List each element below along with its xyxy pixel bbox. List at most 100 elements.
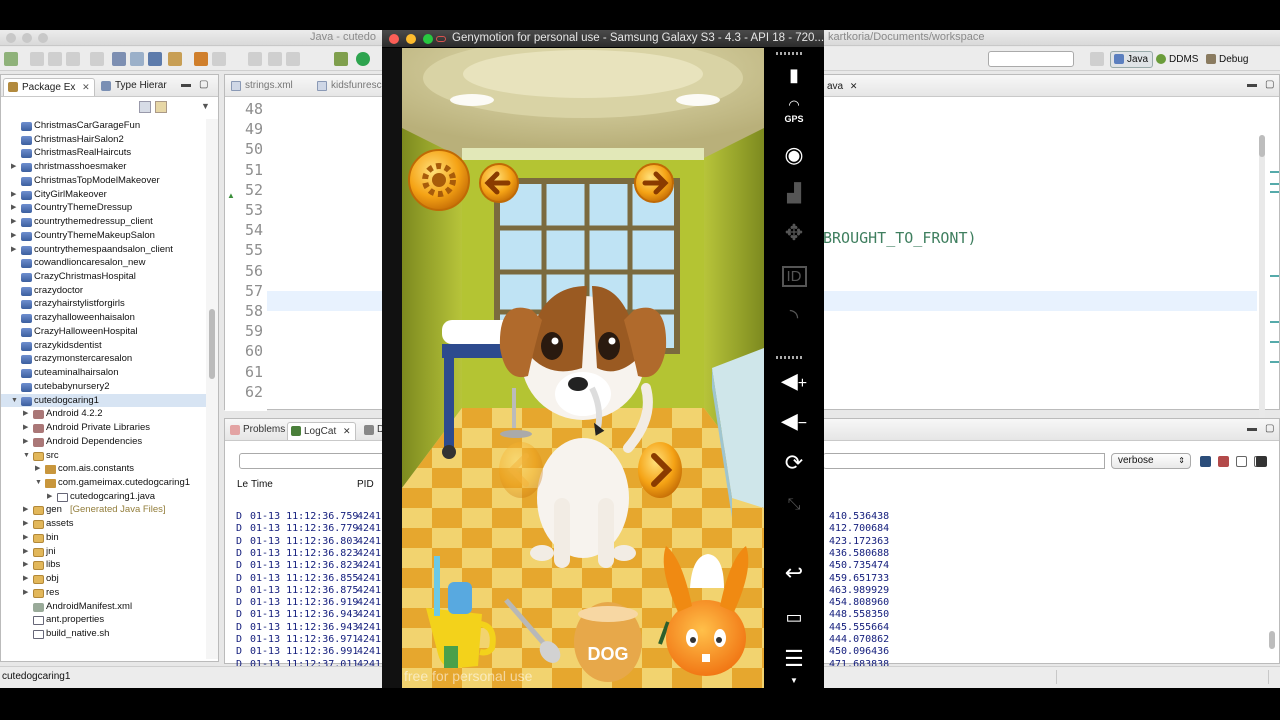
chevron-right-icon[interactable]: ▶: [11, 188, 19, 202]
editor-scrollbar[interactable]: [1259, 135, 1265, 435]
chevron-down-icon[interactable]: ▼: [23, 449, 31, 463]
tab-problems[interactable]: Problems: [227, 422, 289, 440]
scrollbar-thumb[interactable]: [1269, 631, 1275, 649]
chevron-right-icon[interactable]: ▶: [11, 229, 19, 243]
tree-item[interactable]: ▶ countrythemedressup_client: [1, 215, 206, 229]
save-all-icon[interactable]: [48, 52, 62, 66]
tree-item[interactable]: ChristmasRealHaircuts: [1, 146, 206, 160]
tree-item[interactable]: cuteaminalhairsalon: [1, 366, 206, 380]
tree-item[interactable]: ▶ Android 4.2.2: [1, 407, 206, 421]
tree-item[interactable]: ▶ res: [1, 586, 206, 600]
zoom-window-button[interactable]: [423, 34, 433, 44]
close-icon[interactable]: ✕: [82, 82, 90, 92]
rotate-button[interactable]: ⟳: [764, 446, 824, 480]
minimize-window-button[interactable]: [22, 33, 32, 43]
chevron-right-icon[interactable]: ▶: [23, 531, 31, 545]
chevron-right-icon[interactable]: ▶: [23, 421, 31, 435]
avd-manager-icon[interactable]: [130, 52, 144, 66]
panel-scroll-down-icon[interactable]: ▼: [790, 676, 798, 685]
tree-item[interactable]: ▶ cutedogcaring1.java: [1, 490, 206, 504]
package-tree-scrollbar[interactable]: [206, 119, 218, 659]
tree-item[interactable]: ▶ christmasshoesmaker: [1, 160, 206, 174]
dpad-button[interactable]: ✥: [764, 216, 824, 250]
save-icon[interactable]: [30, 52, 44, 66]
quick-access-input[interactable]: [988, 51, 1074, 67]
scroll-lock-icon[interactable]: [1256, 456, 1267, 467]
chevron-right-icon[interactable]: ▶: [23, 558, 31, 572]
webcam-button[interactable]: ◉: [764, 138, 824, 172]
perspective-debug[interactable]: Debug: [1202, 51, 1253, 68]
run-icon[interactable]: [356, 52, 370, 66]
close-window-button[interactable]: [389, 34, 399, 44]
tree-item[interactable]: ▼ src: [1, 449, 206, 463]
tree-item[interactable]: ▶ obj: [1, 572, 206, 586]
tree-item[interactable]: AndroidManifest.xml: [1, 600, 206, 614]
tree-item[interactable]: ▶ assets: [1, 517, 206, 531]
tree-item[interactable]: ChristmasTopModelMakeover: [1, 174, 206, 188]
new-icon[interactable]: [4, 52, 18, 66]
perspective-java[interactable]: Java: [1110, 51, 1154, 68]
chevron-right-icon[interactable]: ▶: [11, 160, 19, 174]
volume-down-button[interactable]: ◀−: [764, 404, 824, 438]
zoom-window-button[interactable]: [38, 33, 48, 43]
tree-item[interactable]: CrazyHalloweenHospital: [1, 325, 206, 339]
tree-item[interactable]: cutebabynursery2: [1, 380, 206, 394]
col-time[interactable]: Time: [251, 479, 273, 490]
tree-item[interactable]: ▶ gen [Generated Java Files]: [1, 503, 206, 517]
chevron-down-icon[interactable]: ▼: [35, 476, 43, 490]
close-icon[interactable]: ✕: [343, 426, 351, 436]
new-test-icon[interactable]: [212, 52, 226, 66]
tree-item[interactable]: ▶ libs: [1, 558, 206, 572]
tab-kidsfunrescu[interactable]: kidsfunrescu: [313, 78, 391, 96]
chevron-right-icon[interactable]: ▶: [35, 462, 43, 476]
save-log-icon[interactable]: [1200, 456, 1211, 467]
log-level-select[interactable]: verbose ⇕: [1111, 453, 1191, 469]
tab-strings-xml[interactable]: strings.xml: [227, 78, 297, 96]
tree-item[interactable]: ▶ Android Private Libraries: [1, 421, 206, 435]
minimize-icon[interactable]: ▬: [181, 79, 191, 90]
new-android-project-icon[interactable]: [168, 52, 182, 66]
tree-item[interactable]: ▶ CityGirlMakeover: [1, 188, 206, 202]
tab-package-explorer[interactable]: Package Ex ✕: [3, 78, 95, 96]
close-icon[interactable]: ✕: [850, 81, 858, 91]
device-id-button[interactable]: ID: [764, 260, 824, 294]
tree-item[interactable]: ChristmasCarGarageFun: [1, 119, 206, 133]
scrollbar-thumb[interactable]: [1259, 135, 1265, 157]
scale-button[interactable]: ⤡: [764, 488, 824, 522]
display-saved-filters-icon[interactable]: [1236, 456, 1247, 467]
logcat-scrollbar[interactable]: [1269, 499, 1275, 649]
build-icon[interactable]: [90, 52, 104, 66]
chevron-right-icon[interactable]: ▶: [23, 517, 31, 531]
chevron-right-icon[interactable]: ▶: [47, 490, 55, 504]
battery-button[interactable]: ▮: [764, 58, 824, 92]
tree-item[interactable]: ▶ bin: [1, 531, 206, 545]
debug-run-icon[interactable]: [334, 52, 348, 66]
maximize-icon[interactable]: ▢: [1265, 79, 1274, 90]
volume-up-button[interactable]: ◀+: [764, 364, 824, 398]
tree-item[interactable]: ▶ countrythemespaandsalon_client: [1, 243, 206, 257]
chevron-right-icon[interactable]: ▶: [11, 243, 19, 257]
view-menu-icon[interactable]: ▼: [201, 101, 210, 111]
sdk-manager-icon[interactable]: [112, 52, 126, 66]
tree-item[interactable]: build_native.sh: [1, 627, 206, 641]
open-perspective-icon[interactable]: [1090, 52, 1104, 66]
tree-item[interactable]: crazymonstercaresalon: [1, 352, 206, 366]
chevron-right-icon[interactable]: ▶: [23, 586, 31, 600]
perspective-ddms[interactable]: DDMS: [1152, 51, 1203, 68]
debug-icon[interactable]: [194, 52, 208, 66]
chevron-right-icon[interactable]: ▶: [23, 503, 31, 517]
chevron-right-icon[interactable]: ▶: [23, 545, 31, 559]
back-button[interactable]: ↩: [764, 556, 824, 590]
link-with-editor-icon[interactable]: [155, 101, 167, 113]
tree-item[interactable]: ant.properties: [1, 613, 206, 627]
refresh-icon[interactable]: [268, 52, 282, 66]
tree-item[interactable]: ▶ Android Dependencies: [1, 435, 206, 449]
close-window-button[interactable]: [6, 33, 16, 43]
tree-item[interactable]: ▼ cutedogcaring1: [1, 393, 206, 408]
chevron-right-icon[interactable]: ▶: [11, 201, 19, 215]
collapse-all-icon[interactable]: [139, 101, 151, 113]
chevron-right-icon[interactable]: ▶: [23, 407, 31, 421]
logcat-search-input[interactable]: [239, 453, 387, 469]
tab-type-hierarchy[interactable]: Type Hierar: [97, 78, 171, 96]
print-icon[interactable]: [66, 52, 80, 66]
